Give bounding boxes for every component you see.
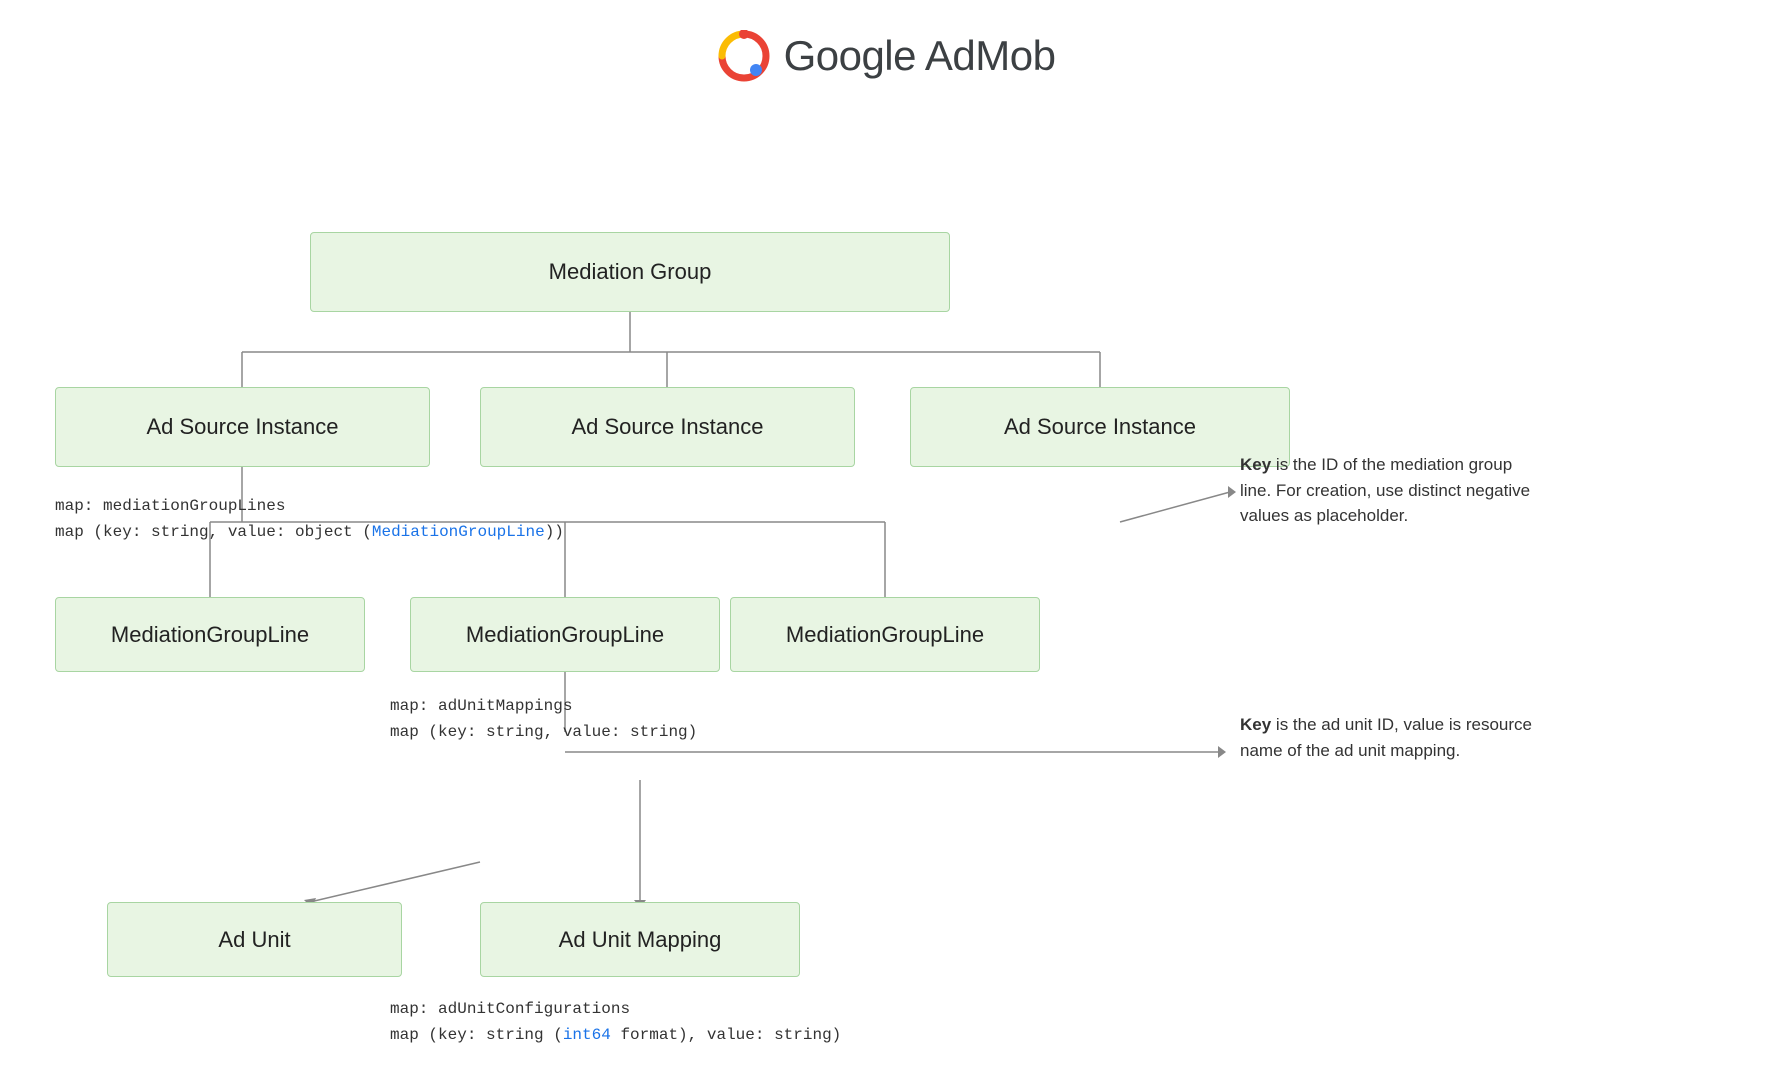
annotation-mediation-lines-note: Key is the ID of the mediation group lin… (1240, 452, 1540, 529)
annotation-mediation-lines-text2-suffix: )) (545, 523, 564, 541)
mediation-group-line-3-box: MediationGroupLine (730, 597, 1040, 672)
annotation-mediation-lines: map: mediationGroupLines map (key: strin… (55, 492, 564, 544)
annotation-ad-unit-configs-text1: map: adUnitConfigurations (390, 1000, 630, 1018)
annotation-ad-unit-configs: map: adUnitConfigurations map (key: stri… (390, 995, 841, 1047)
annotation-ad-unit-mappings-note-text: is the ad unit ID, value is resource nam… (1240, 715, 1532, 760)
mediation-group-line-2-box: MediationGroupLine (410, 597, 720, 672)
mediation-group-line-1-box: MediationGroupLine (55, 597, 365, 672)
annotation-ad-unit-mappings-text1: map: adUnitMappings (390, 697, 572, 715)
ad-source-instance-3-box: Ad Source Instance (910, 387, 1290, 467)
page-header: Google AdMob (0, 0, 1773, 102)
annotation-mediation-lines-text1: map: mediationGroupLines (55, 497, 285, 515)
annotation-ad-unit-mappings-note-bold: Key (1240, 715, 1271, 734)
annotation-ad-unit-configs-text2-prefix: map (key: string ( (390, 1026, 563, 1044)
annotation-mediation-lines-link: MediationGroupLine (372, 523, 545, 541)
ad-source-instance-2-box: Ad Source Instance (480, 387, 855, 467)
admob-logo-icon (718, 30, 770, 82)
ad-unit-box: Ad Unit (107, 902, 402, 977)
annotation-mediation-lines-note-bold: Key (1240, 455, 1271, 474)
annotation-mediation-lines-note-text: is the ID of the mediation group line. F… (1240, 455, 1530, 525)
annotation-ad-unit-mappings-note: Key is the ad unit ID, value is resource… (1240, 712, 1550, 763)
ad-unit-mapping-box: Ad Unit Mapping (480, 902, 800, 977)
annotation-mediation-lines-text2-prefix: map (key: string, value: object ( (55, 523, 372, 541)
annotation-ad-unit-configs-text2-suffix: format), value: string) (611, 1026, 841, 1044)
page-title: Google AdMob (784, 32, 1056, 80)
annotation-ad-unit-configs-link: int64 (563, 1026, 611, 1044)
annotation-ad-unit-mappings: map: adUnitMappings map (key: string, va… (390, 692, 697, 744)
mediation-group-box: Mediation Group (310, 232, 950, 312)
annotation-ad-unit-mappings-text2: map (key: string, value: string) (390, 723, 697, 741)
diagram-container: Mediation Group Ad Source Instance Ad So… (0, 102, 1773, 1052)
ad-source-instance-1-box: Ad Source Instance (55, 387, 430, 467)
